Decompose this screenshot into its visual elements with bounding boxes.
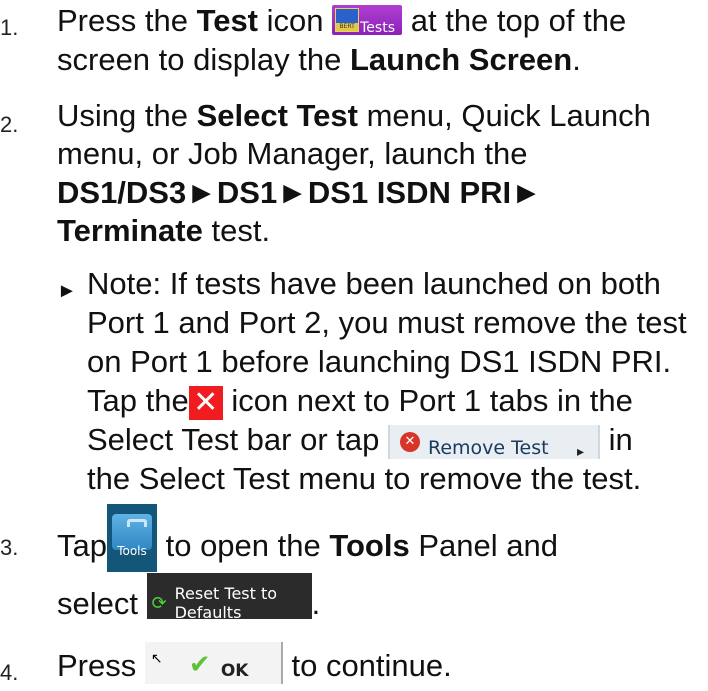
remove-icon: ✕ <box>399 431 420 452</box>
step-number: 3. <box>0 535 19 560</box>
note-line-1: Note: If tests have been launched on bot… <box>87 266 661 301</box>
step-1-line-2: screen to display the Launch Screen. <box>57 42 581 77</box>
step-4-line-1: Press ↖ ✔ OK to continue. <box>57 641 452 684</box>
note-arrow: ► <box>57 280 77 302</box>
refresh-icon: ⟳ <box>151 592 167 614</box>
step-number: 4. <box>0 660 19 685</box>
step-3-line-1: Tap Tools to open the Tools Panel and <box>57 504 558 572</box>
check-icon: ✔ <box>188 649 211 680</box>
step-2-line-1: Using the Select Test menu, Quick Launch <box>57 98 651 133</box>
ok-button[interactable]: ↖ ✔ OK <box>144 641 283 684</box>
step-2-line-3: DS1/DS3►DS1►DS1 ISDN PRI► <box>57 175 542 210</box>
note-line-5: Select Test bar or tap ✕ Remove Test ▸ in <box>87 422 633 459</box>
step-number: 1. <box>0 15 19 40</box>
note-line-4: Tap the ✕ icon next to Port 1 tabs in the <box>87 383 633 420</box>
note-line-2: Port 1 and Port 2, you must remove the t… <box>87 305 687 340</box>
step-1-line-1: Press the Test icon BERT Tests at the top… <box>57 3 627 38</box>
note-line-6: the Select Test menu to remove the test. <box>87 461 642 496</box>
cursor-icon: ↖ <box>150 649 163 666</box>
step-2-line-2: menu, or Job Manager, launch the <box>57 136 528 171</box>
note-line-3: on Port 1 before launching DS1 ISDN PRI. <box>87 344 672 379</box>
remove-test-button[interactable]: ✕ Remove Test ▸ <box>387 424 600 459</box>
tools-icon[interactable]: Tools <box>106 504 157 572</box>
step-2-line-4: Terminate test. <box>57 213 271 248</box>
step-number: 2. <box>0 112 19 137</box>
step-3-line-2: select ⟳ Reset Test to Defaults. <box>57 572 320 622</box>
reset-defaults-button[interactable]: ⟳ Reset Test to Defaults <box>146 572 312 622</box>
close-icon[interactable]: ✕ <box>188 385 223 420</box>
tests-icon[interactable]: BERT Tests <box>332 4 403 36</box>
